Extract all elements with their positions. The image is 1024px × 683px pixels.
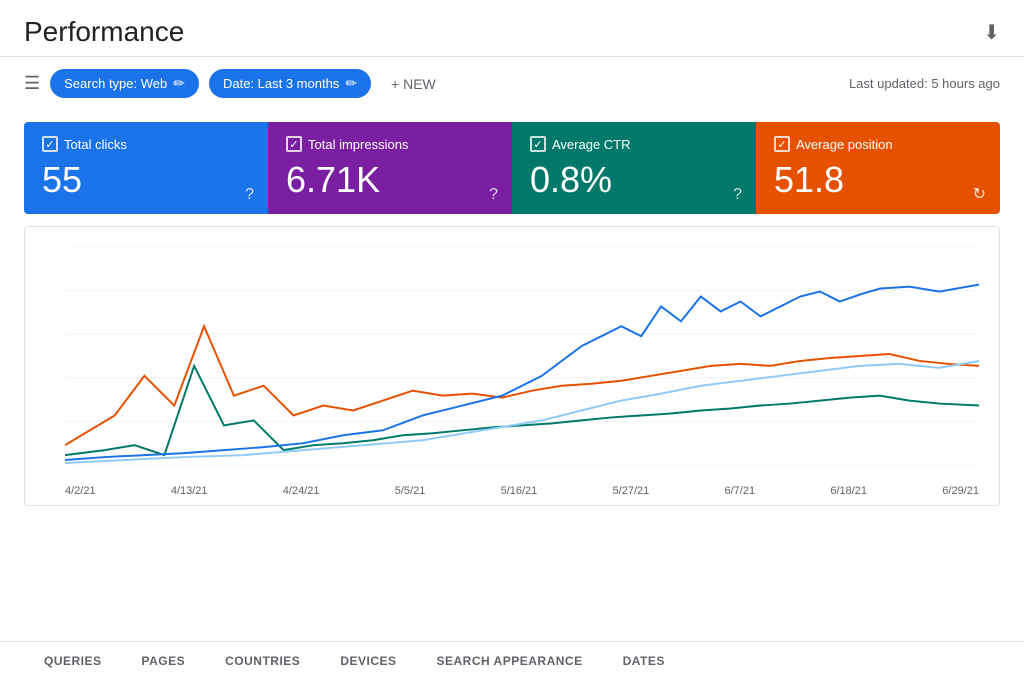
page-wrapper: Performance ⬇ ☰ Search type: Web ✏ Date:… <box>0 0 1024 683</box>
search-type-label: Search type: Web <box>64 76 167 91</box>
header-actions: ⬇ <box>983 20 1000 45</box>
tab-dates[interactable]: DATES <box>603 642 685 683</box>
metric-value-impressions: 6.71K <box>286 160 494 200</box>
metric-card-total-impressions[interactable]: ✓ Total impressions 6.71K ? <box>268 122 512 214</box>
metric-card-average-ctr[interactable]: ✓ Average CTR 0.8% ? <box>512 122 756 214</box>
metrics-row: ✓ Total clicks 55 ? ✓ Total impressions … <box>24 122 1000 214</box>
search-type-chip[interactable]: Search type: Web ✏ <box>50 69 199 98</box>
filter-icon[interactable]: ☰ <box>24 73 40 94</box>
x-label-7: 6/18/21 <box>830 485 867 497</box>
metric-card-average-position[interactable]: ✓ Average position 51.8 ↻ <box>756 122 1000 214</box>
chart-area: 4/2/21 4/13/21 4/24/21 5/5/21 5/16/21 5/… <box>24 226 1000 506</box>
metric-info-impressions: ? <box>489 186 498 204</box>
last-updated-label: Last updated: 5 hours ago <box>849 76 1000 91</box>
line-ctr <box>65 361 979 463</box>
checkbox-impressions: ✓ <box>286 136 302 152</box>
metric-value-ctr: 0.8% <box>530 160 738 200</box>
x-axis-labels: 4/2/21 4/13/21 4/24/21 5/5/21 5/16/21 5/… <box>65 485 979 497</box>
x-label-1: 4/13/21 <box>171 485 208 497</box>
metric-value-position: 51.8 <box>774 160 982 200</box>
tab-pages[interactable]: PAGES <box>122 642 206 683</box>
metric-label-ctr: Average CTR <box>552 137 631 152</box>
x-label-6: 6/7/21 <box>725 485 756 497</box>
x-label-0: 4/2/21 <box>65 485 96 497</box>
metric-header-position: ✓ Average position <box>774 136 982 152</box>
y-grid <box>65 247 979 465</box>
metric-info-ctr: ? <box>733 186 742 204</box>
header: Performance ⬇ <box>0 0 1024 57</box>
metric-info-position: ↻ <box>973 184 986 204</box>
tab-queries[interactable]: QUERIES <box>24 642 122 683</box>
edit-icon-2: ✏ <box>345 75 357 92</box>
date-chip[interactable]: Date: Last 3 months ✏ <box>209 69 371 98</box>
x-label-2: 4/24/21 <box>283 485 320 497</box>
metric-label-clicks: Total clicks <box>64 137 127 152</box>
download-icon[interactable]: ⬇ <box>983 20 1000 45</box>
metric-value-clicks: 55 <box>42 160 250 200</box>
tab-devices[interactable]: DEVICES <box>320 642 416 683</box>
tab-search-appearance[interactable]: SEARCH APPEARANCE <box>417 642 603 683</box>
metric-header-ctr: ✓ Average CTR <box>530 136 738 152</box>
bottom-tabs: QUERIES PAGES COUNTRIES DEVICES SEARCH A… <box>0 641 1024 683</box>
checkbox-ctr: ✓ <box>530 136 546 152</box>
x-label-5: 5/27/21 <box>613 485 650 497</box>
metric-info-clicks: ? <box>245 186 254 204</box>
date-label: Date: Last 3 months <box>223 76 339 91</box>
metric-card-total-clicks[interactable]: ✓ Total clicks 55 ? <box>24 122 268 214</box>
x-label-4: 5/16/21 <box>501 485 538 497</box>
x-label-8: 6/29/21 <box>942 485 979 497</box>
performance-chart <box>65 247 979 465</box>
x-label-3: 5/5/21 <box>395 485 426 497</box>
toolbar: ☰ Search type: Web ✏ Date: Last 3 months… <box>0 57 1024 110</box>
metric-label-impressions: Total impressions <box>308 137 408 152</box>
checkbox-clicks: ✓ <box>42 136 58 152</box>
checkbox-position: ✓ <box>774 136 790 152</box>
metric-label-position: Average position <box>796 137 893 152</box>
metric-header-impressions: ✓ Total impressions <box>286 136 494 152</box>
metric-header-clicks: ✓ Total clicks <box>42 136 250 152</box>
new-button[interactable]: + NEW <box>381 70 446 98</box>
line-position <box>65 284 979 459</box>
page-title: Performance <box>24 16 184 48</box>
tab-countries[interactable]: COUNTRIES <box>205 642 320 683</box>
edit-icon: ✏ <box>173 75 185 92</box>
line-impressions <box>65 366 979 455</box>
